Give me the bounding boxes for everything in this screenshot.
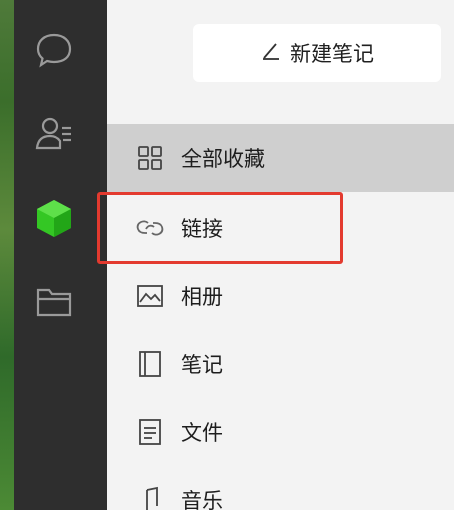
menu-item-links[interactable]: 链接	[107, 194, 454, 262]
menu-item-label: 链接	[181, 217, 223, 241]
menu-item-label: 笔记	[181, 353, 223, 377]
menu-item-files[interactable]: 文件	[107, 398, 454, 466]
menu-item-label: 音乐	[181, 489, 223, 510]
menu-item-music[interactable]: 音乐	[107, 466, 454, 510]
pencil-icon	[260, 40, 282, 67]
chat-icon[interactable]	[32, 28, 76, 72]
document-icon	[135, 417, 165, 447]
image-icon	[135, 281, 165, 311]
favorites-cube-icon[interactable]	[32, 196, 76, 240]
menu-item-label: 相册	[181, 285, 223, 309]
menu-item-label: 全部收藏	[181, 147, 265, 171]
notebook-icon	[135, 349, 165, 379]
contacts-icon[interactable]	[32, 112, 76, 156]
icon-rail	[14, 0, 107, 510]
link-icon	[135, 213, 165, 243]
favorites-panel: 新建笔记 全部收藏 链接 相册 笔记 文件 音乐	[97, 0, 454, 510]
grid-icon	[135, 143, 165, 173]
new-note-label: 新建笔记	[290, 42, 374, 66]
app-window: 新建笔记 全部收藏 链接 相册 笔记 文件 音乐	[0, 0, 454, 510]
desktop-background-strip	[0, 0, 14, 510]
music-icon	[135, 485, 165, 510]
menu-item-notes[interactable]: 笔记	[107, 330, 454, 398]
new-note-button[interactable]: 新建笔记	[193, 24, 441, 82]
menu-item-label: 文件	[181, 421, 223, 445]
folder-icon[interactable]	[32, 280, 76, 324]
menu-item-album[interactable]: 相册	[107, 262, 454, 330]
menu-item-all-favorites[interactable]: 全部收藏	[107, 124, 454, 192]
